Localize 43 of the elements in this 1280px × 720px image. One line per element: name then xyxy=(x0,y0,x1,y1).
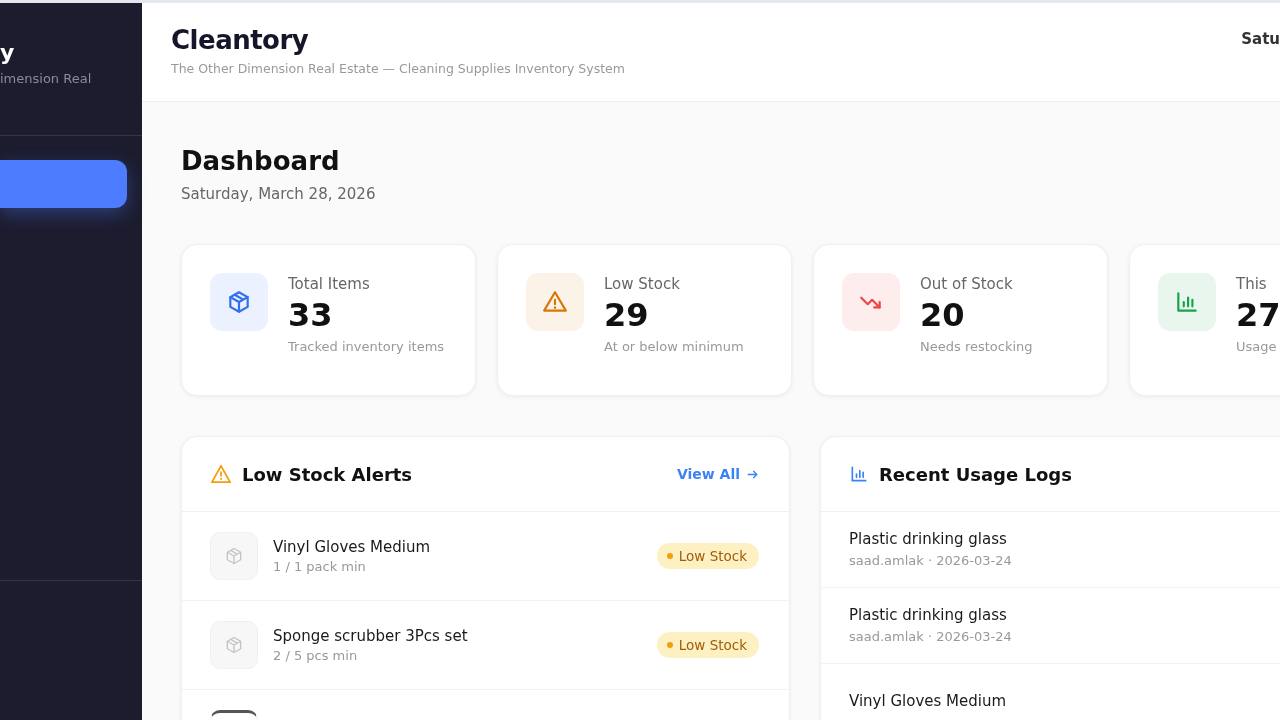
item-name: Vinyl Gloves Medium xyxy=(273,538,431,556)
item-name: Plastic drinking glass xyxy=(849,531,1007,548)
brand-name: y xyxy=(0,41,15,65)
stat-label: Low Stock xyxy=(604,275,680,293)
stat-label: This xyxy=(1236,275,1267,293)
brand-subtitle: imension Real xyxy=(0,71,92,86)
item-detail: 2 / 5 pcs min xyxy=(273,647,358,663)
stat-note: At or below minimum xyxy=(604,339,744,354)
view-all-link[interactable]: View All xyxy=(676,466,759,482)
stat-note: Needs restocking xyxy=(920,339,1033,354)
page-date: Saturday, March 28, 2026 xyxy=(181,185,376,203)
stat-note: Usage xyxy=(1236,339,1277,354)
log-row[interactable]: Plastic drinking glass saad.amlak · 2026-03-24 xyxy=(821,588,1280,664)
item-detail: 1 / 1 pack min xyxy=(273,558,366,574)
stat-note: Tracked inventory items xyxy=(288,339,445,354)
alert-row[interactable]: Vinyl Gloves Medium 1 / 1 pack min Low Stock xyxy=(182,512,789,601)
item-name: Sponge scrubber 3Pcs set xyxy=(273,627,468,645)
panel-title: Low Stock Alerts xyxy=(242,463,413,485)
stat-label: Out of Stock xyxy=(920,275,1013,293)
log-detail: saad.amlak · 2026-03-24 xyxy=(849,553,1012,568)
status-badge: Low Stock xyxy=(656,632,759,658)
box-icon xyxy=(210,621,258,669)
header-date: Satu xyxy=(1241,29,1280,50)
log-row[interactable]: Vinyl Gloves Medium xyxy=(821,664,1280,720)
app-subtitle: The Other Dimension Real Estate — Cleaning Supplies Inventory System xyxy=(171,61,625,76)
nav-item[interactable] xyxy=(0,160,127,208)
box-icon xyxy=(210,532,258,580)
log-row[interactable]: Plastic drinking glass saad.amlak · 2026-03-24 xyxy=(821,512,1280,588)
panel-title: Recent Usage Logs xyxy=(879,463,1072,485)
warning-icon xyxy=(210,464,232,484)
log-detail: saad.amlak · 2026-03-24 xyxy=(849,629,1012,644)
alert-row[interactable]: Sponge scrubber 3Pcs set 2 / 5 pcs min Low Stock xyxy=(182,601,789,690)
stat-label: Total Items xyxy=(288,275,370,293)
page-title: Dashboard xyxy=(181,146,340,176)
app-title: Cleantory xyxy=(171,25,310,55)
stat-value: 33 xyxy=(288,295,333,335)
stat-value: 29 xyxy=(604,295,649,335)
item-name: Plastic drinking glass xyxy=(849,607,1007,624)
stat-value: 20 xyxy=(920,295,965,335)
status-badge: Low Stock xyxy=(656,543,759,569)
bar-chart-icon xyxy=(849,464,869,484)
item-name: Vinyl Gloves Medium xyxy=(849,693,1007,710)
stat-value: 27 xyxy=(1236,295,1280,335)
